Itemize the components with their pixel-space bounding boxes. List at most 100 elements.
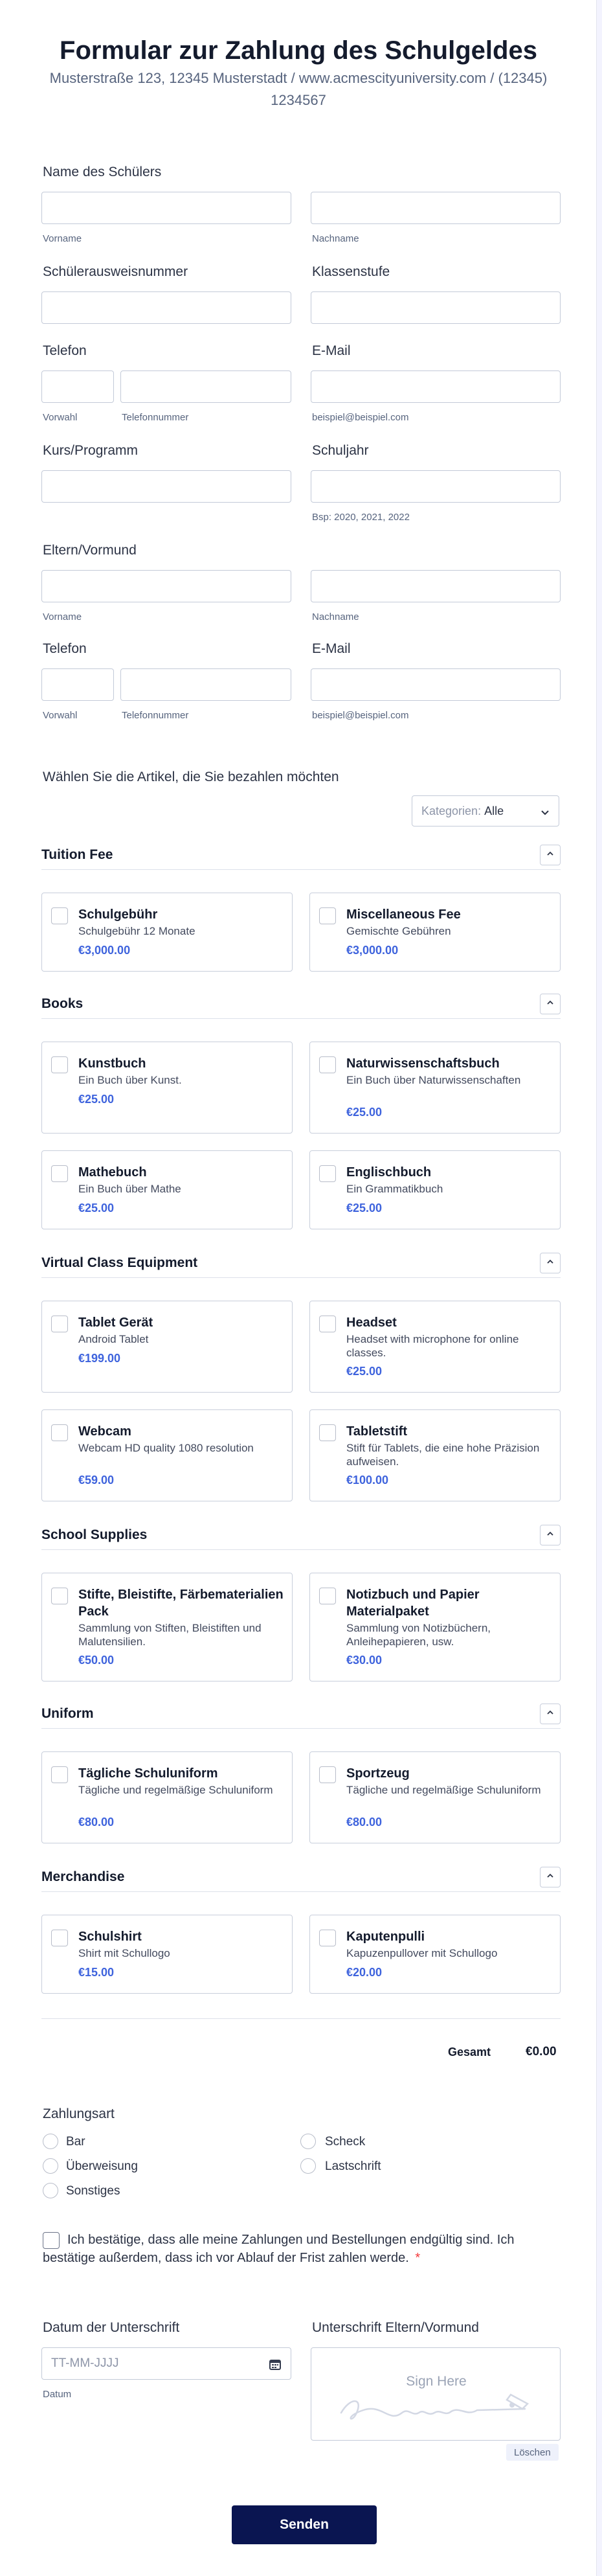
section-collapse-button[interactable] xyxy=(540,1704,561,1724)
section-collapse-button[interactable] xyxy=(540,1253,561,1273)
date-sublabel: Datum xyxy=(43,2389,72,2400)
product-name: Schulshirt xyxy=(78,1930,142,1944)
grade-input[interactable] xyxy=(311,291,561,324)
student-first-name-input[interactable] xyxy=(41,192,291,224)
product-checkbox[interactable] xyxy=(319,1316,336,1332)
product-description: Shirt mit Schullogo xyxy=(78,1947,170,1959)
product-item[interactable]: Englischbuch Ein Grammatikbuch €25.00 xyxy=(309,1150,561,1229)
product-item[interactable]: Miscellaneous Fee Gemischte Gebühren €3,… xyxy=(309,893,561,972)
product-item[interactable]: Notizbuch und Papier Materialpaket Samml… xyxy=(309,1573,561,1681)
product-checkbox[interactable] xyxy=(51,1424,68,1441)
product-checkbox[interactable] xyxy=(51,1930,68,1946)
email-input[interactable] xyxy=(311,370,561,403)
product-item[interactable]: Sportzeug Tägliche und regelmäßige Schul… xyxy=(309,1751,561,1843)
signature-pad[interactable]: Sign Here xyxy=(311,2347,561,2441)
payment-radio-transfer[interactable] xyxy=(43,2158,58,2174)
guardian-email-input[interactable] xyxy=(311,668,561,701)
calendar-icon[interactable] xyxy=(269,2358,282,2374)
product-name: Headset xyxy=(346,1316,397,1330)
product-price: €25.00 xyxy=(346,1202,383,1214)
email-sublabel: beispiel@beispiel.com xyxy=(312,412,409,423)
products-label: Wählen Sie die Artikel, die Sie bezahlen… xyxy=(43,769,339,784)
product-checkbox[interactable] xyxy=(319,1930,336,1946)
product-checkbox[interactable] xyxy=(319,1056,336,1073)
product-checkbox[interactable] xyxy=(319,907,336,924)
signature-placeholder: Sign Here xyxy=(406,2374,467,2389)
product-checkbox[interactable] xyxy=(51,1588,68,1604)
chevron-up-icon xyxy=(546,1871,555,1884)
product-checkbox[interactable] xyxy=(319,1766,336,1783)
guardian-last-name-input[interactable] xyxy=(311,570,561,602)
product-item[interactable]: Tägliche Schuluniform Tägliche und regel… xyxy=(41,1751,293,1843)
product-name: Notizbuch und Papier Materialpaket xyxy=(346,1588,480,1619)
course-label: Kurs/Programm xyxy=(43,443,139,458)
product-checkbox[interactable] xyxy=(319,1588,336,1604)
product-item[interactable]: Tabletstift Stift für Tablets, die eine … xyxy=(309,1409,561,1501)
section-divider xyxy=(41,1728,561,1729)
product-description: Android Tablet xyxy=(78,1333,149,1345)
clear-signature-button[interactable]: Löschen xyxy=(506,2444,559,2461)
category-filter-prefix: Kategorien: xyxy=(421,804,482,817)
guardian-first-name-input[interactable] xyxy=(41,570,291,602)
section-collapse-button[interactable] xyxy=(540,845,561,865)
signature-label: Unterschrift Eltern/Vormund xyxy=(312,2320,479,2335)
section-title-uniform: Uniform xyxy=(41,1706,94,1721)
section-title-virtual-class-equipment: Virtual Class Equipment xyxy=(41,1255,198,1270)
product-item[interactable]: Naturwissenschaftsbuch Ein Buch über Nat… xyxy=(309,1042,561,1134)
product-item[interactable]: Headset Headset with microphone for onli… xyxy=(309,1301,561,1393)
submit-button[interactable]: Senden xyxy=(232,2505,377,2544)
email-label: E-Mail xyxy=(312,343,351,358)
section-title-tuition-fee: Tuition Fee xyxy=(41,847,113,862)
school-year-label: Schuljahr xyxy=(312,443,369,458)
student-last-name-input[interactable] xyxy=(311,192,561,224)
school-year-input[interactable] xyxy=(311,470,561,503)
guardian-phone-number-input[interactable] xyxy=(120,668,291,701)
payment-radio-other[interactable] xyxy=(43,2183,58,2198)
signature-date-input[interactable]: TT-MM-JJJJ xyxy=(41,2347,291,2380)
phone-number-input[interactable] xyxy=(120,370,291,403)
product-item[interactable]: Kaputenpulli Kapuzenpullover mit Schullo… xyxy=(309,1915,561,1994)
phone-area-code-sublabel: Vorwahl xyxy=(43,412,78,423)
product-item[interactable]: Mathebuch Ein Buch über Mathe €25.00 xyxy=(41,1150,293,1229)
product-item[interactable]: Webcam Webcam HD quality 1080 resolution… xyxy=(41,1409,293,1501)
product-checkbox[interactable] xyxy=(51,907,68,924)
phone-area-code-input[interactable] xyxy=(41,370,114,403)
form-subtitle: Musterstraße 123, 12345 Musterstadt / ww… xyxy=(49,70,548,108)
product-checkbox[interactable] xyxy=(51,1316,68,1332)
confirm-text-block: Ich bestätige, dass alle meine Zahlungen… xyxy=(43,2231,561,2267)
section-title-books: Books xyxy=(41,996,84,1011)
section-collapse-button[interactable] xyxy=(540,1867,561,1887)
product-price: €25.00 xyxy=(346,1365,383,1378)
product-description: Ein Grammatikbuch xyxy=(346,1183,443,1195)
product-checkbox[interactable] xyxy=(319,1424,336,1441)
product-price: €25.00 xyxy=(78,1093,115,1106)
product-name: Naturwissenschaftsbuch xyxy=(346,1056,500,1071)
guardian-label: Eltern/Vormund xyxy=(43,543,137,558)
guardian-phone-label: Telefon xyxy=(43,641,87,656)
product-item[interactable]: Tablet Gerät Android Tablet €199.00 xyxy=(41,1301,293,1393)
product-description: Ein Buch über Kunst. xyxy=(78,1074,182,1086)
product-checkbox[interactable] xyxy=(51,1766,68,1783)
product-checkbox[interactable] xyxy=(51,1165,68,1182)
payment-method-label: Zahlungsart xyxy=(43,2106,115,2121)
product-description: Stift für Tablets, die eine hohe Präzisi… xyxy=(346,1442,540,1468)
product-description: Tägliche und regelmäßige Schuluniform xyxy=(78,1784,273,1796)
category-filter-value: Alle xyxy=(484,804,504,817)
product-item[interactable]: Schulgebühr Schulgebühr 12 Monate €3,000… xyxy=(41,893,293,972)
payment-radio-cash[interactable] xyxy=(43,2134,58,2149)
section-collapse-button[interactable] xyxy=(540,994,561,1014)
product-item[interactable]: Schulshirt Shirt mit Schullogo €15.00 xyxy=(41,1915,293,1994)
product-checkbox[interactable] xyxy=(51,1056,68,1073)
product-name: Tablet Gerät xyxy=(78,1316,153,1330)
product-item[interactable]: Kunstbuch Ein Buch über Kunst. €25.00 xyxy=(41,1042,293,1134)
student-id-input[interactable] xyxy=(41,291,291,324)
section-collapse-button[interactable] xyxy=(540,1525,561,1545)
payment-radio-direct-debit[interactable] xyxy=(300,2158,316,2174)
payment-radio-check[interactable] xyxy=(300,2134,316,2149)
course-input[interactable] xyxy=(41,470,291,503)
product-checkbox[interactable] xyxy=(319,1165,336,1182)
date-placeholder: TT-MM-JJJJ xyxy=(51,2356,119,2370)
category-filter-select[interactable]: Kategorien: Alle xyxy=(412,795,559,826)
product-item[interactable]: Stifte, Bleistifte, Färbematerialien Pac… xyxy=(41,1573,293,1681)
guardian-phone-area-code-input[interactable] xyxy=(41,668,114,701)
